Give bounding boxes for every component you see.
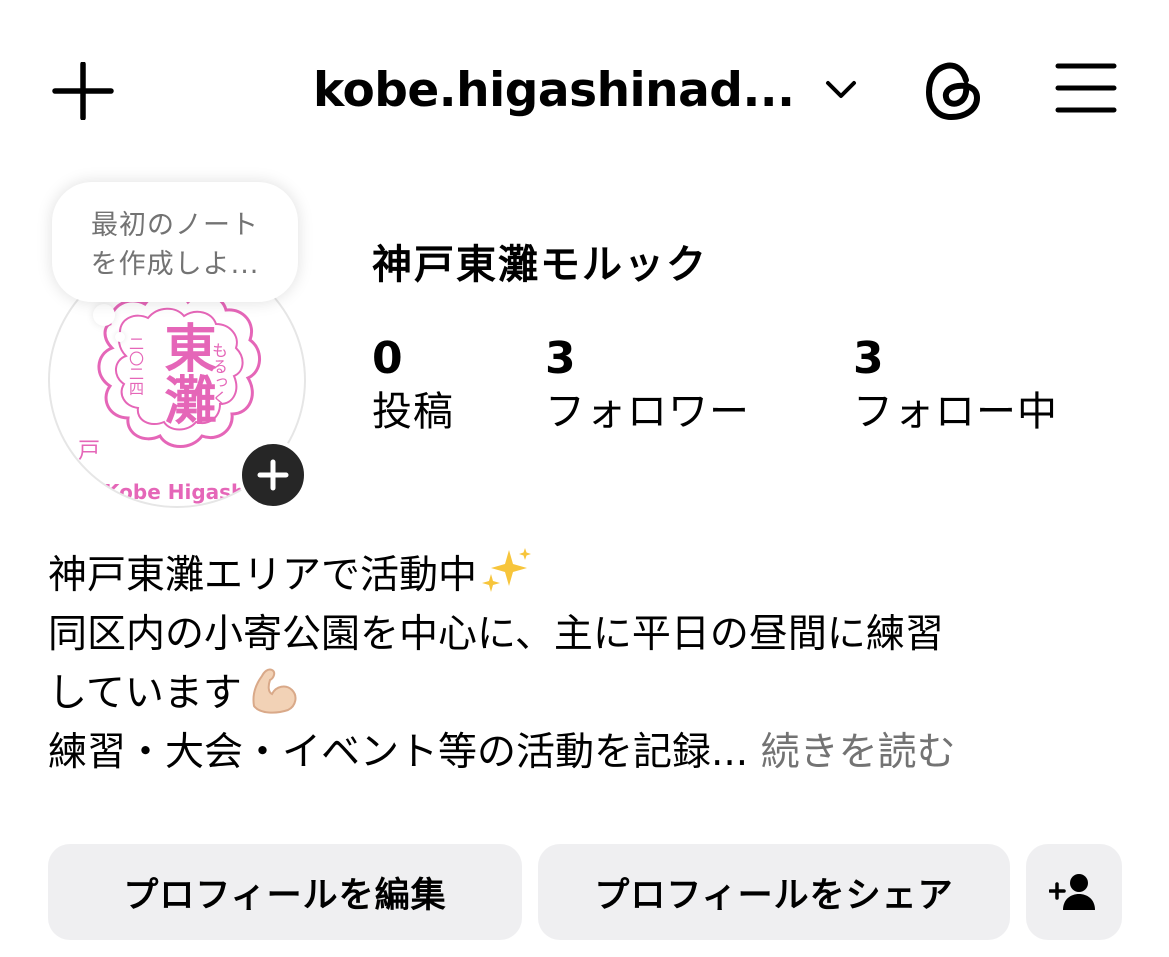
hamburger-menu-icon[interactable] <box>1055 62 1117 114</box>
profile-bio: 神戸東灘エリアで活動中 同区内の小寄公園を中心に、主に平日の昼間に練習 していま… <box>48 546 1138 782</box>
stat-following[interactable]: 3 フォロー中 <box>853 332 1058 438</box>
account-username[interactable]: kobe.higashinad... <box>313 62 795 120</box>
following-label: フォロー中 <box>853 389 1058 435</box>
stat-posts: 0 投稿 <box>372 332 454 438</box>
plus-icon <box>257 459 289 491</box>
read-more-link[interactable]: 続きを読む <box>761 730 956 775</box>
posts-count: 0 <box>372 333 403 384</box>
followers-count: 3 <box>545 333 576 384</box>
note-bubble-tail-small <box>115 332 125 342</box>
bio-text-4: 練習・大会・イベント等の活動を記録... <box>48 730 749 775</box>
edit-profile-label: プロフィールを編集 <box>123 875 447 916</box>
bio-line-2: 同区内の小寄公園を中心に、主に平日の昼間に練習 <box>48 612 944 657</box>
following-count: 3 <box>853 333 884 384</box>
share-profile-button[interactable]: プロフィールをシェア <box>538 844 1010 940</box>
followers-label: フォロワー <box>545 389 750 435</box>
note-bubble-tail <box>93 304 115 326</box>
logo-side-text: もるっく <box>209 342 228 406</box>
profile-display-name: 神戸東灘モルック <box>372 242 708 288</box>
bio-line-1: 神戸東灘エリアで活動中 <box>48 546 1138 605</box>
bio-line-3: しています <box>48 664 1138 723</box>
flexed-biceps-emoji <box>252 668 297 714</box>
posts-label: 投稿 <box>372 389 454 435</box>
logo-year-text: 二〇二四 <box>127 336 145 396</box>
discover-people-button[interactable] <box>1026 844 1122 940</box>
stat-followers[interactable]: 3 フォロワー <box>545 332 750 438</box>
new-post-plus-icon[interactable] <box>52 62 114 120</box>
chevron-down-icon[interactable] <box>822 72 860 108</box>
bio-line-4: 練習・大会・イベント等の活動を記録... 続きを読む <box>48 723 1138 782</box>
bio-text-3: しています <box>48 671 242 716</box>
edit-profile-button[interactable]: プロフィールを編集 <box>48 844 522 940</box>
add-person-icon <box>1049 874 1095 910</box>
bio-text-1: 神戸東灘エリアで活動中 <box>48 553 478 598</box>
logo-main-text: 東灘 <box>155 321 215 425</box>
share-profile-label: プロフィールをシェア <box>594 875 954 916</box>
threads-icon[interactable] <box>922 58 986 124</box>
note-prompt-text: 最初のノート を作成しよ... <box>90 210 260 280</box>
add-story-button[interactable] <box>238 440 308 510</box>
create-note-bubble[interactable]: 最初のノート を作成しよ... <box>52 182 298 302</box>
sparkles-emoji <box>482 548 532 592</box>
logo-left-text: 戸 <box>78 439 101 464</box>
